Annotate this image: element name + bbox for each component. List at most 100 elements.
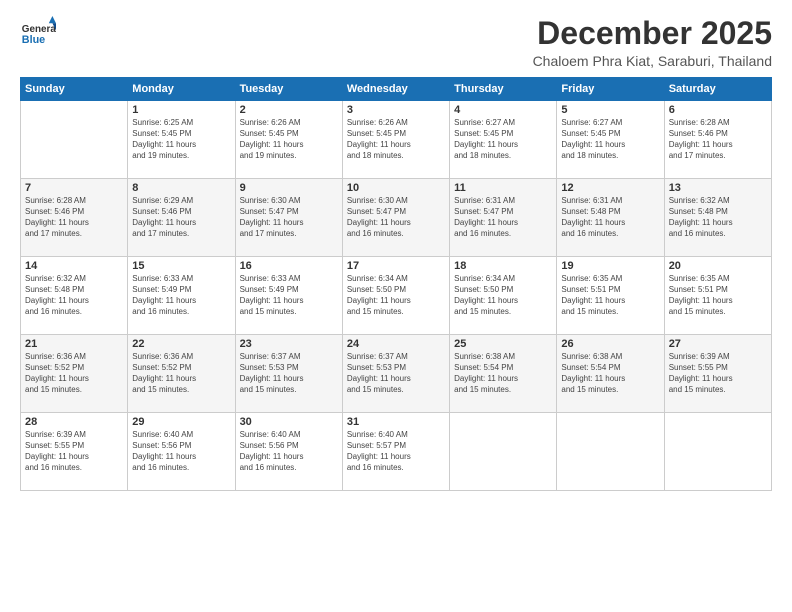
day-info: Sunrise: 6:38 AM Sunset: 5:54 PM Dayligh… bbox=[454, 352, 552, 395]
day-info: Sunrise: 6:36 AM Sunset: 5:52 PM Dayligh… bbox=[132, 352, 230, 395]
calendar-week-3: 14 Sunrise: 6:32 AM Sunset: 5:48 PM Dayli… bbox=[21, 257, 772, 335]
calendar-cell: 28 Sunrise: 6:39 AM Sunset: 5:55 PM Dayli… bbox=[21, 413, 128, 491]
calendar-cell: 12Sunrise: 6:31 AM Sunset: 5:48 PM Dayli… bbox=[557, 179, 664, 257]
day-number: 4 bbox=[454, 104, 552, 116]
calendar-cell: 22 Sunrise: 6:36 AM Sunset: 5:52 PM Dayli… bbox=[128, 335, 235, 413]
day-number: 10 bbox=[347, 182, 445, 194]
day-info: Sunrise: 6:35 AM Sunset: 5:51 PM Dayligh… bbox=[561, 274, 659, 317]
day-number: 14 bbox=[25, 260, 123, 272]
day-number: 16 bbox=[240, 260, 338, 272]
day-number: 21 bbox=[25, 338, 123, 350]
weekday-header-tuesday: Tuesday bbox=[235, 78, 342, 101]
calendar-cell: 17 Sunrise: 6:34 AM Sunset: 5:50 PM Dayli… bbox=[342, 257, 449, 335]
weekday-header-row: SundayMondayTuesdayWednesdayThursdayFrid… bbox=[21, 78, 772, 101]
calendar-cell: 24 Sunrise: 6:37 AM Sunset: 5:53 PM Dayli… bbox=[342, 335, 449, 413]
day-info: Sunrise: 6:40 AM Sunset: 5:56 PM Dayligh… bbox=[132, 430, 230, 473]
svg-text:Blue: Blue bbox=[22, 34, 45, 46]
day-info: Sunrise: 6:35 AM Sunset: 5:51 PM Dayligh… bbox=[669, 274, 767, 317]
calendar-cell: 26 Sunrise: 6:38 AM Sunset: 5:54 PM Dayli… bbox=[557, 335, 664, 413]
day-info: Sunrise: 6:32 AM Sunset: 5:48 PM Dayligh… bbox=[669, 196, 767, 239]
day-number: 5 bbox=[561, 104, 659, 116]
weekday-header-friday: Friday bbox=[557, 78, 664, 101]
day-number: 1 bbox=[132, 104, 230, 116]
day-number: 18 bbox=[454, 260, 552, 272]
calendar-cell: 11Sunrise: 6:31 AM Sunset: 5:47 PM Dayli… bbox=[450, 179, 557, 257]
calendar-page: General Blue December 2025 Chaloem Phra … bbox=[0, 0, 792, 612]
day-number: 27 bbox=[669, 338, 767, 350]
weekday-header-thursday: Thursday bbox=[450, 78, 557, 101]
calendar-cell: 1 Sunrise: 6:25 AM Sunset: 5:45 PM Daylig… bbox=[128, 101, 235, 179]
calendar-cell: 29 Sunrise: 6:40 AM Sunset: 5:56 PM Dayli… bbox=[128, 413, 235, 491]
day-info: Sunrise: 6:34 AM Sunset: 5:50 PM Dayligh… bbox=[347, 274, 445, 317]
calendar-body: 1 Sunrise: 6:25 AM Sunset: 5:45 PM Daylig… bbox=[21, 101, 772, 491]
weekday-header-saturday: Saturday bbox=[664, 78, 771, 101]
calendar-cell bbox=[557, 413, 664, 491]
day-info: Sunrise: 6:28 AM Sunset: 5:46 PM Dayligh… bbox=[669, 118, 767, 161]
day-number: 11 bbox=[454, 182, 552, 194]
calendar-cell: 10Sunrise: 6:30 AM Sunset: 5:47 PM Dayli… bbox=[342, 179, 449, 257]
day-number: 8 bbox=[132, 182, 230, 194]
day-number: 19 bbox=[561, 260, 659, 272]
calendar-cell: 3Sunrise: 6:26 AM Sunset: 5:45 PM Daylig… bbox=[342, 101, 449, 179]
day-info: Sunrise: 6:30 AM Sunset: 5:47 PM Dayligh… bbox=[240, 196, 338, 239]
day-info: Sunrise: 6:40 AM Sunset: 5:57 PM Dayligh… bbox=[347, 430, 445, 473]
calendar-cell: 5 Sunrise: 6:27 AM Sunset: 5:45 PM Daylig… bbox=[557, 101, 664, 179]
day-number: 29 bbox=[132, 416, 230, 428]
calendar-cell: 7 Sunrise: 6:28 AM Sunset: 5:46 PM Daylig… bbox=[21, 179, 128, 257]
day-number: 15 bbox=[132, 260, 230, 272]
day-info: Sunrise: 6:33 AM Sunset: 5:49 PM Dayligh… bbox=[132, 274, 230, 317]
day-number: 22 bbox=[132, 338, 230, 350]
calendar-header: SundayMondayTuesdayWednesdayThursdayFrid… bbox=[21, 78, 772, 101]
calendar-cell: 18 Sunrise: 6:34 AM Sunset: 5:50 PM Dayli… bbox=[450, 257, 557, 335]
day-info: Sunrise: 6:29 AM Sunset: 5:46 PM Dayligh… bbox=[132, 196, 230, 239]
day-info: Sunrise: 6:37 AM Sunset: 5:53 PM Dayligh… bbox=[347, 352, 445, 395]
calendar-cell: 2 Sunrise: 6:26 AM Sunset: 5:45 PM Daylig… bbox=[235, 101, 342, 179]
title-block: December 2025 Chaloem Phra Kiat, Sarabur… bbox=[533, 16, 772, 69]
day-info: Sunrise: 6:40 AM Sunset: 5:56 PM Dayligh… bbox=[240, 430, 338, 473]
calendar-cell: 15 Sunrise: 6:33 AM Sunset: 5:49 PM Dayli… bbox=[128, 257, 235, 335]
day-info: Sunrise: 6:26 AM Sunset: 5:45 PM Dayligh… bbox=[240, 118, 338, 161]
day-number: 24 bbox=[347, 338, 445, 350]
day-number: 13 bbox=[669, 182, 767, 194]
day-number: 25 bbox=[454, 338, 552, 350]
logo-icon: General Blue bbox=[20, 16, 56, 52]
calendar-cell: 23Sunrise: 6:37 AM Sunset: 5:53 PM Dayli… bbox=[235, 335, 342, 413]
day-info: Sunrise: 6:26 AM Sunset: 5:45 PM Dayligh… bbox=[347, 118, 445, 161]
day-info: Sunrise: 6:27 AM Sunset: 5:45 PM Dayligh… bbox=[561, 118, 659, 161]
day-number: 6 bbox=[669, 104, 767, 116]
calendar-cell bbox=[450, 413, 557, 491]
day-info: Sunrise: 6:32 AM Sunset: 5:48 PM Dayligh… bbox=[25, 274, 123, 317]
calendar-week-4: 21 Sunrise: 6:36 AM Sunset: 5:52 PM Dayli… bbox=[21, 335, 772, 413]
month-title: December 2025 bbox=[533, 16, 772, 51]
day-number: 7 bbox=[25, 182, 123, 194]
day-info: Sunrise: 6:33 AM Sunset: 5:49 PM Dayligh… bbox=[240, 274, 338, 317]
day-info: Sunrise: 6:28 AM Sunset: 5:46 PM Dayligh… bbox=[25, 196, 123, 239]
calendar-cell: 16 Sunrise: 6:33 AM Sunset: 5:49 PM Dayli… bbox=[235, 257, 342, 335]
weekday-header-monday: Monday bbox=[128, 78, 235, 101]
day-number: 20 bbox=[669, 260, 767, 272]
day-info: Sunrise: 6:34 AM Sunset: 5:50 PM Dayligh… bbox=[454, 274, 552, 317]
day-info: Sunrise: 6:25 AM Sunset: 5:45 PM Dayligh… bbox=[132, 118, 230, 161]
day-number: 26 bbox=[561, 338, 659, 350]
day-number: 28 bbox=[25, 416, 123, 428]
calendar-cell bbox=[21, 101, 128, 179]
day-info: Sunrise: 6:39 AM Sunset: 5:55 PM Dayligh… bbox=[669, 352, 767, 395]
day-number: 9 bbox=[240, 182, 338, 194]
calendar-cell: 6 Sunrise: 6:28 AM Sunset: 5:46 PM Daylig… bbox=[664, 101, 771, 179]
calendar-cell bbox=[664, 413, 771, 491]
day-number: 17 bbox=[347, 260, 445, 272]
calendar-week-1: 1 Sunrise: 6:25 AM Sunset: 5:45 PM Daylig… bbox=[21, 101, 772, 179]
calendar-cell: 4Sunrise: 6:27 AM Sunset: 5:45 PM Daylig… bbox=[450, 101, 557, 179]
calendar-cell: 30Sunrise: 6:40 AM Sunset: 5:56 PM Dayli… bbox=[235, 413, 342, 491]
calendar-cell: 13 Sunrise: 6:32 AM Sunset: 5:48 PM Dayli… bbox=[664, 179, 771, 257]
day-number: 31 bbox=[347, 416, 445, 428]
weekday-header-sunday: Sunday bbox=[21, 78, 128, 101]
logo: General Blue bbox=[20, 16, 56, 52]
calendar-cell: 21Sunrise: 6:36 AM Sunset: 5:52 PM Dayli… bbox=[21, 335, 128, 413]
day-number: 2 bbox=[240, 104, 338, 116]
day-info: Sunrise: 6:38 AM Sunset: 5:54 PM Dayligh… bbox=[561, 352, 659, 395]
day-info: Sunrise: 6:39 AM Sunset: 5:55 PM Dayligh… bbox=[25, 430, 123, 473]
calendar-cell: 9 Sunrise: 6:30 AM Sunset: 5:47 PM Daylig… bbox=[235, 179, 342, 257]
calendar-cell: 19 Sunrise: 6:35 AM Sunset: 5:51 PM Dayli… bbox=[557, 257, 664, 335]
location: Chaloem Phra Kiat, Saraburi, Thailand bbox=[533, 53, 772, 69]
